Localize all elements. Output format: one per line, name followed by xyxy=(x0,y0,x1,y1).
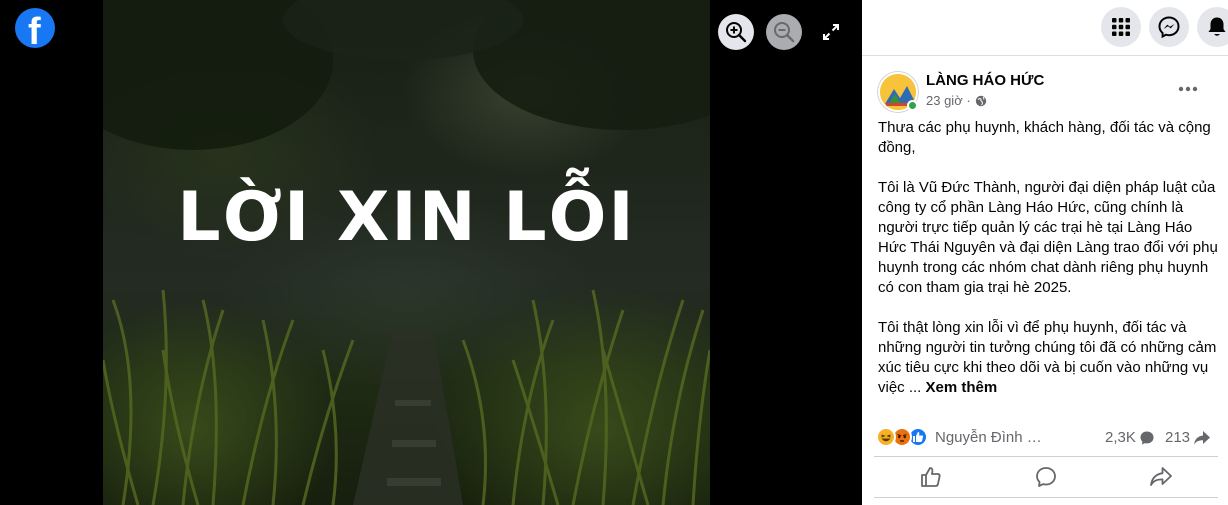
online-status-dot xyxy=(907,100,918,111)
post-paragraph: Thưa các phụ huynh, khách hàng, đối tác … xyxy=(878,119,1211,156)
comment-icon xyxy=(1036,467,1056,487)
post-photo[interactable]: LỜI XIN LỖI xyxy=(103,0,710,505)
menu-button[interactable] xyxy=(1101,7,1141,47)
share-button[interactable] xyxy=(1106,460,1216,494)
bell-icon xyxy=(1208,17,1226,36)
see-more-link[interactable]: Xem thêm xyxy=(926,379,998,396)
comment-count-icon xyxy=(1140,431,1154,444)
divider xyxy=(874,456,1218,457)
top-bar xyxy=(862,0,1228,56)
globe-icon xyxy=(975,95,986,106)
messenger-icon xyxy=(1158,16,1180,38)
share-count-icon xyxy=(1194,430,1211,444)
post-time: 23 giờ · xyxy=(926,93,987,108)
photo-viewer: LỜI XIN LỖI f xyxy=(0,0,862,505)
post-time-text[interactable]: 23 giờ · xyxy=(926,93,971,108)
more-dots-icon xyxy=(1178,86,1198,92)
fullscreen-icon xyxy=(823,24,839,40)
comment-button[interactable] xyxy=(991,460,1101,494)
post-text: Thưa các phụ huynh, khách hàng, đối tác … xyxy=(878,118,1218,398)
zoom-in-icon xyxy=(726,22,747,43)
more-options-button[interactable] xyxy=(1170,76,1206,102)
post-panel: LÀNG HÁO HỨC 23 giờ · Thưa các phụ huynh… xyxy=(862,0,1228,505)
messenger-button[interactable] xyxy=(1149,7,1189,47)
post-actions xyxy=(874,460,1218,494)
haha-icon xyxy=(876,427,896,447)
fullscreen-button[interactable] xyxy=(813,14,849,50)
grid-menu-icon xyxy=(1112,18,1130,36)
zoom-in-button[interactable] xyxy=(718,14,754,50)
share-icon xyxy=(1150,467,1172,486)
zoom-out-icon xyxy=(774,22,795,43)
reaction-summary: Nguyễn Đình và những người khác 2,3K 213 xyxy=(876,427,1220,449)
facebook-logo-icon[interactable]: f xyxy=(15,8,55,48)
photo-title-text: LỜI XIN LỖI xyxy=(177,178,636,257)
comment-count-value: 2,3K xyxy=(1105,429,1136,446)
reaction-names[interactable]: Nguyễn Đình và những người khác xyxy=(935,429,1045,446)
comment-count[interactable]: 2,3K xyxy=(1105,429,1155,446)
post-paragraph: Tôi là Vũ Đức Thành, người đại diện pháp… xyxy=(878,179,1218,296)
post-paragraph-last: Tôi thật lòng xin lỗi vì để phụ huynh, đ… xyxy=(878,318,1218,398)
divider xyxy=(874,497,1218,498)
thumbs-up-icon xyxy=(921,467,941,487)
like-button[interactable] xyxy=(876,460,986,494)
share-count-value: 213 xyxy=(1165,429,1191,446)
zoom-out-button[interactable] xyxy=(766,14,802,50)
share-count[interactable]: 213 xyxy=(1165,429,1211,446)
notifications-button[interactable] xyxy=(1197,7,1228,47)
author-name[interactable]: LÀNG HÁO HỨC xyxy=(926,72,1044,89)
